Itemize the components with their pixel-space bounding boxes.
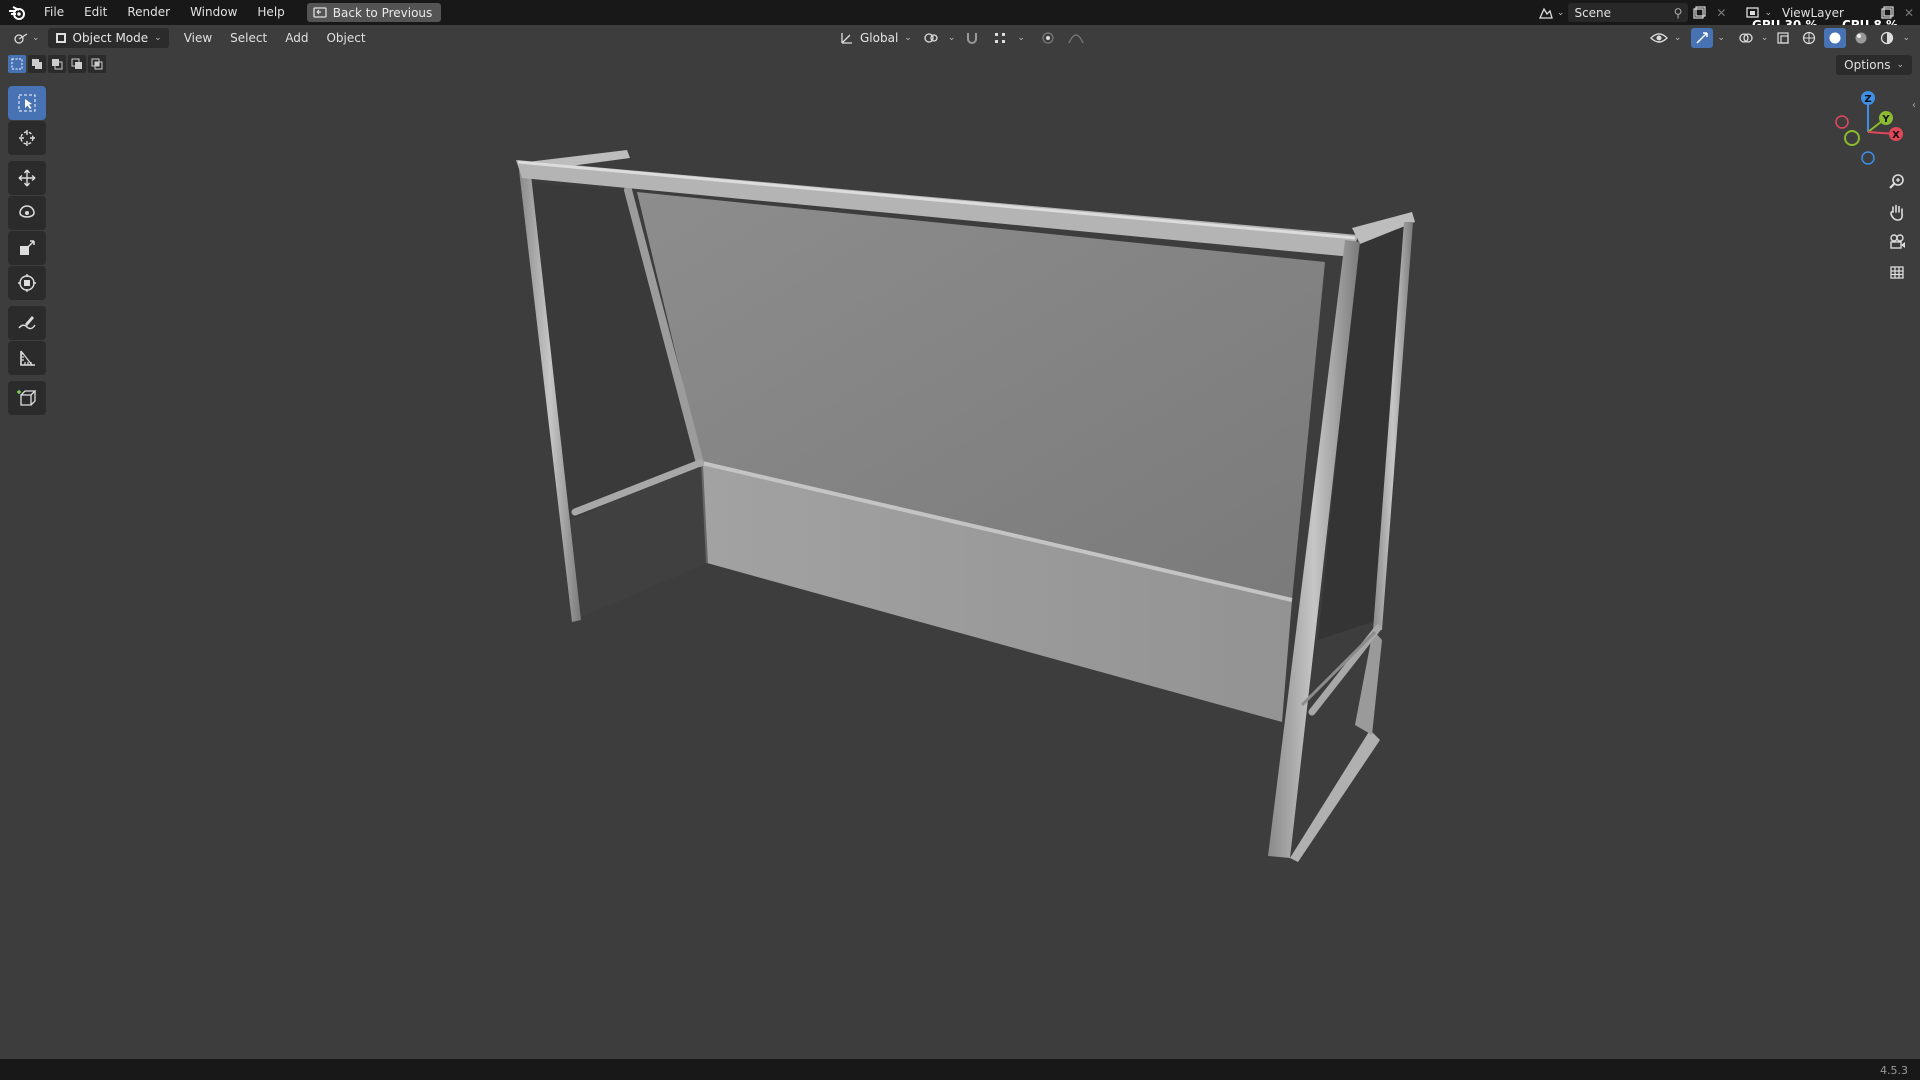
- rendered-shading-icon[interactable]: [1876, 28, 1898, 48]
- neg-x-axis-icon[interactable]: [1835, 115, 1849, 129]
- material-shading-icon[interactable]: [1850, 28, 1872, 48]
- chevron-down-icon: ⌄: [1673, 33, 1682, 43]
- chevron-down-icon: ⌄: [904, 33, 912, 43]
- zoom-icon[interactable]: [1884, 170, 1910, 194]
- gizmo-z-label: Z: [1864, 94, 1871, 105]
- menu-select[interactable]: Select: [221, 31, 276, 45]
- mode-dropdown[interactable]: Object Mode ⌄: [47, 28, 169, 48]
- menu-edit[interactable]: Edit: [74, 0, 117, 25]
- chevron-down-icon: ⌄: [1760, 33, 1769, 43]
- version-label: 4.5.3: [1880, 1064, 1908, 1077]
- scene-name-field[interactable]: Scene ⚲: [1568, 3, 1689, 22]
- chevron-down-icon: ⌄: [1017, 33, 1025, 43]
- sidebar-toggle-icon[interactable]: ‹: [1912, 100, 1920, 118]
- chevron-down-icon: ⌄: [1717, 33, 1725, 43]
- overlays-icon[interactable]: [1735, 28, 1757, 48]
- menu-help[interactable]: Help: [247, 0, 294, 25]
- viewport-display-tools: ⌄ ⌄ ⌄ ⌄: [1648, 28, 1920, 48]
- menu-object[interactable]: Object: [317, 31, 374, 45]
- back-to-previous-label: Back to Previous: [332, 5, 433, 20]
- pivot-point-icon[interactable]: [920, 28, 942, 48]
- chevron-down-icon: ⌄: [1764, 7, 1772, 18]
- object-mode-icon: [55, 33, 66, 43]
- back-to-previous-button[interactable]: Back to Previous: [306, 3, 442, 22]
- chevron-down-icon: ⌄: [32, 33, 40, 43]
- viewport-3d[interactable]: [0, 51, 1920, 1059]
- gizmo-toggle-icon[interactable]: [1691, 28, 1714, 48]
- viewport-navigation: [1884, 170, 1910, 284]
- wireframe-shading-icon[interactable]: [1798, 28, 1820, 48]
- menu-file[interactable]: File: [34, 0, 74, 25]
- status-bar: 4.5.3: [0, 1059, 1920, 1080]
- navigation-gizmo[interactable]: Z Y X: [1830, 88, 1910, 168]
- pan-hand-icon[interactable]: [1884, 200, 1910, 224]
- gizmo-x-label: X: [1892, 130, 1900, 141]
- mode-label: Object Mode: [72, 31, 149, 45]
- menu-view[interactable]: View: [175, 31, 221, 45]
- chevron-down-icon: ⌄: [947, 33, 956, 43]
- solid-shading-icon[interactable]: [1824, 28, 1847, 48]
- orthographic-toggle-icon[interactable]: [1884, 260, 1910, 284]
- pin-icon[interactable]: ⚲: [1674, 6, 1683, 20]
- chevron-down-icon: ⌄: [1902, 33, 1910, 43]
- menu-render[interactable]: Render: [117, 0, 180, 25]
- transform-tools: Global ⌄ ⌄ ⌄: [838, 28, 1087, 48]
- scene-name: Scene: [1574, 5, 1612, 20]
- new-scene-icon[interactable]: [1688, 3, 1710, 23]
- menu-window[interactable]: Window: [180, 0, 247, 25]
- scene-selector[interactable]: ⌄ Scene ⚲ ✕: [1535, 3, 1733, 22]
- scene-icon[interactable]: [1535, 3, 1557, 23]
- orientation-axes-icon: [841, 33, 852, 44]
- neg-y-axis-icon[interactable]: [1844, 130, 1860, 146]
- blender-logo-icon[interactable]: [0, 0, 34, 25]
- snap-toggle-icon[interactable]: [961, 28, 983, 48]
- back-screen-icon: [313, 6, 327, 18]
- menu-add[interactable]: Add: [276, 31, 317, 45]
- visibility-eye-icon[interactable]: [1648, 28, 1670, 48]
- proportional-editing-icon[interactable]: [1037, 28, 1059, 48]
- camera-view-icon[interactable]: [1884, 230, 1910, 254]
- chevron-down-icon: ⌄: [154, 33, 162, 43]
- top-menu-bar: File Edit Render Window Help Back to Pre…: [0, 0, 1920, 25]
- delete-scene-icon[interactable]: ✕: [1710, 3, 1732, 23]
- neg-z-axis-icon[interactable]: [1861, 151, 1875, 165]
- transform-orientation-dropdown[interactable]: Global ⌄: [838, 28, 914, 48]
- delete-viewlayer-icon[interactable]: ✕: [1898, 3, 1920, 23]
- orientation-label: Global: [860, 31, 899, 45]
- xray-toggle-icon[interactable]: [1772, 28, 1794, 48]
- editor-type-icon[interactable]: [10, 28, 32, 48]
- gizmo-y-label: Y: [1881, 114, 1890, 125]
- snap-target-icon[interactable]: [989, 28, 1011, 48]
- chevron-down-icon: ⌄: [1556, 7, 1565, 18]
- falloff-curve-icon[interactable]: [1065, 28, 1087, 48]
